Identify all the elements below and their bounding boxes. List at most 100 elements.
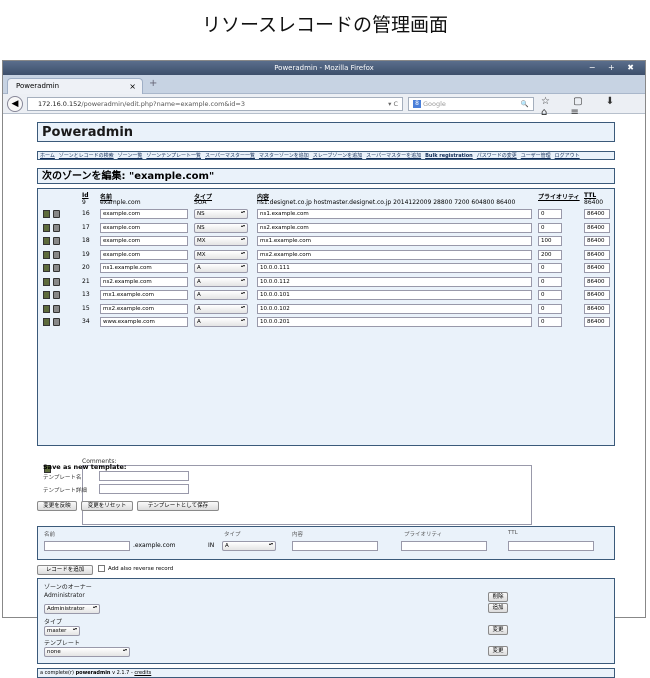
record-priority-input[interactable]: 0: [538, 317, 562, 327]
commit-changes-button[interactable]: 変更を反映: [37, 501, 77, 511]
record-content-input[interactable]: 10.0.0.102: [257, 303, 532, 314]
toolbar-icons[interactable]: ☆ ▢ ⬇ ⌂ ≡: [541, 96, 645, 118]
reload-icon[interactable]: ▾ C: [388, 98, 398, 110]
record-priority-input[interactable]: 0: [538, 290, 562, 300]
delete-icon[interactable]: [53, 237, 60, 245]
record-name-input[interactable]: ns1.example.com: [100, 263, 188, 273]
record-priority-input[interactable]: 0: [538, 209, 562, 219]
search-icon[interactable]: 🔍: [521, 98, 529, 110]
record-priority-input[interactable]: 0: [538, 276, 562, 287]
record-type-select[interactable]: A: [194, 303, 248, 314]
record-content-input[interactable]: 10.0.0.112: [257, 276, 532, 287]
col-id-header[interactable]: Id: [82, 192, 89, 199]
record-ttl-input[interactable]: 86400: [584, 290, 610, 300]
record-name-input[interactable]: mx1.example.com: [100, 290, 188, 300]
record-priority-input[interactable]: 200: [538, 249, 562, 260]
menu-item[interactable]: Bulk registration: [425, 153, 473, 159]
delete-icon[interactable]: [53, 223, 60, 232]
delete-icon[interactable]: [53, 250, 60, 259]
save-as-template-button[interactable]: テンプレートとして保存: [137, 501, 219, 511]
record-name-input[interactable]: mx2.example.com: [100, 303, 188, 314]
record-name-input[interactable]: ns2.example.com: [100, 276, 188, 287]
add-type-select[interactable]: A: [222, 541, 276, 551]
delete-icon[interactable]: [53, 318, 60, 326]
tab-close-icon[interactable]: ×: [129, 79, 136, 94]
template-name-input[interactable]: [99, 471, 189, 481]
edit-icon[interactable]: [43, 250, 50, 259]
back-icon[interactable]: ◀: [7, 96, 23, 112]
add-name-input[interactable]: [44, 541, 130, 551]
menu-item[interactable]: ユーザー管理: [521, 153, 551, 159]
search-input[interactable]: 8 Google 🔍: [408, 97, 534, 111]
template-desc-input[interactable]: [99, 484, 189, 494]
add-owner-button[interactable]: 追加: [488, 603, 508, 613]
record-content-input[interactable]: ns1.example.com: [257, 209, 532, 219]
record-ttl-input[interactable]: 86400: [584, 303, 610, 314]
url-bar[interactable]: 172.16.0.152/poweradmin/edit.php?name=ex…: [27, 97, 403, 111]
record-name-input[interactable]: example.com: [100, 236, 188, 246]
menu-item[interactable]: マスターゾーンを追加: [259, 153, 309, 159]
add-ttl-input[interactable]: [508, 541, 594, 551]
record-ttl-input[interactable]: 86400: [584, 236, 610, 246]
record-priority-input[interactable]: 0: [538, 263, 562, 273]
delete-icon[interactable]: [53, 304, 60, 313]
col-ttl-header[interactable]: TTL: [584, 192, 596, 199]
col-priority-header[interactable]: プライオリティ: [538, 192, 580, 201]
change-type-button[interactable]: 変更: [488, 625, 508, 635]
reverse-record-checkbox[interactable]: [98, 565, 105, 572]
add-priority-input[interactable]: [401, 541, 487, 551]
edit-icon[interactable]: [43, 318, 50, 326]
edit-icon[interactable]: [43, 277, 50, 286]
record-ttl-input[interactable]: 86400: [584, 249, 610, 260]
record-type-select[interactable]: A: [194, 317, 248, 327]
zone-type-select[interactable]: master: [44, 626, 80, 636]
record-type-select[interactable]: A: [194, 263, 248, 273]
record-type-select[interactable]: A: [194, 276, 248, 287]
edit-icon[interactable]: [43, 237, 50, 245]
template-select[interactable]: none: [44, 647, 130, 657]
delete-icon[interactable]: [53, 277, 60, 286]
record-name-input[interactable]: example.com: [100, 222, 188, 233]
edit-icon[interactable]: [43, 223, 50, 232]
record-content-input[interactable]: 10.0.0.101: [257, 290, 532, 300]
reset-changes-button[interactable]: 変更をリセット: [81, 501, 133, 511]
record-ttl-input[interactable]: 86400: [584, 263, 610, 273]
delete-icon[interactable]: [53, 210, 60, 218]
footer-credits[interactable]: credits: [134, 670, 151, 676]
edit-icon[interactable]: [43, 264, 50, 272]
record-type-select[interactable]: MX: [194, 249, 248, 260]
change-template-button[interactable]: 変更: [488, 646, 508, 656]
record-ttl-input[interactable]: 86400: [584, 276, 610, 287]
menu-item[interactable]: スーパーマスター一覧: [205, 153, 255, 159]
record-type-select[interactable]: NS: [194, 209, 248, 219]
record-ttl-input[interactable]: 86400: [584, 222, 610, 233]
record-name-input[interactable]: example.com: [100, 249, 188, 260]
record-priority-input[interactable]: 0: [538, 222, 562, 233]
edit-icon[interactable]: [43, 291, 50, 299]
owner-select[interactable]: Administrator: [44, 604, 100, 614]
window-controls[interactable]: − + ✖: [589, 61, 639, 75]
record-name-input[interactable]: example.com: [100, 209, 188, 219]
delete-icon[interactable]: [53, 291, 60, 299]
delete-icon[interactable]: [53, 264, 60, 272]
menu-item[interactable]: ログアウト: [555, 153, 580, 159]
record-content-input[interactable]: mx1.example.com: [257, 236, 532, 246]
record-priority-input[interactable]: 100: [538, 236, 562, 246]
edit-icon[interactable]: [43, 304, 50, 313]
record-ttl-input[interactable]: 86400: [584, 317, 610, 327]
footer-brand[interactable]: poweradmin: [76, 670, 111, 676]
menu-item[interactable]: スーパーマスターを追加: [366, 153, 421, 159]
menu-item[interactable]: ゾーンテンプレート一覧: [146, 153, 201, 159]
record-ttl-input[interactable]: 86400: [584, 209, 610, 219]
menu-item[interactable]: スレーブゾーンを追加: [313, 153, 362, 159]
add-record-button[interactable]: レコードを追加: [37, 565, 93, 575]
record-name-input[interactable]: www.example.com: [100, 317, 188, 327]
delete-owner-button[interactable]: 削除: [488, 592, 508, 602]
edit-icon[interactable]: [43, 210, 50, 218]
menu-item[interactable]: パスワードの変更: [477, 153, 517, 159]
menu-item[interactable]: ホーム: [40, 153, 55, 159]
new-tab-button[interactable]: +: [149, 78, 157, 89]
record-priority-input[interactable]: 0: [538, 303, 562, 314]
record-type-select[interactable]: MX: [194, 236, 248, 246]
browser-tab[interactable]: Poweradmin ×: [7, 78, 143, 94]
